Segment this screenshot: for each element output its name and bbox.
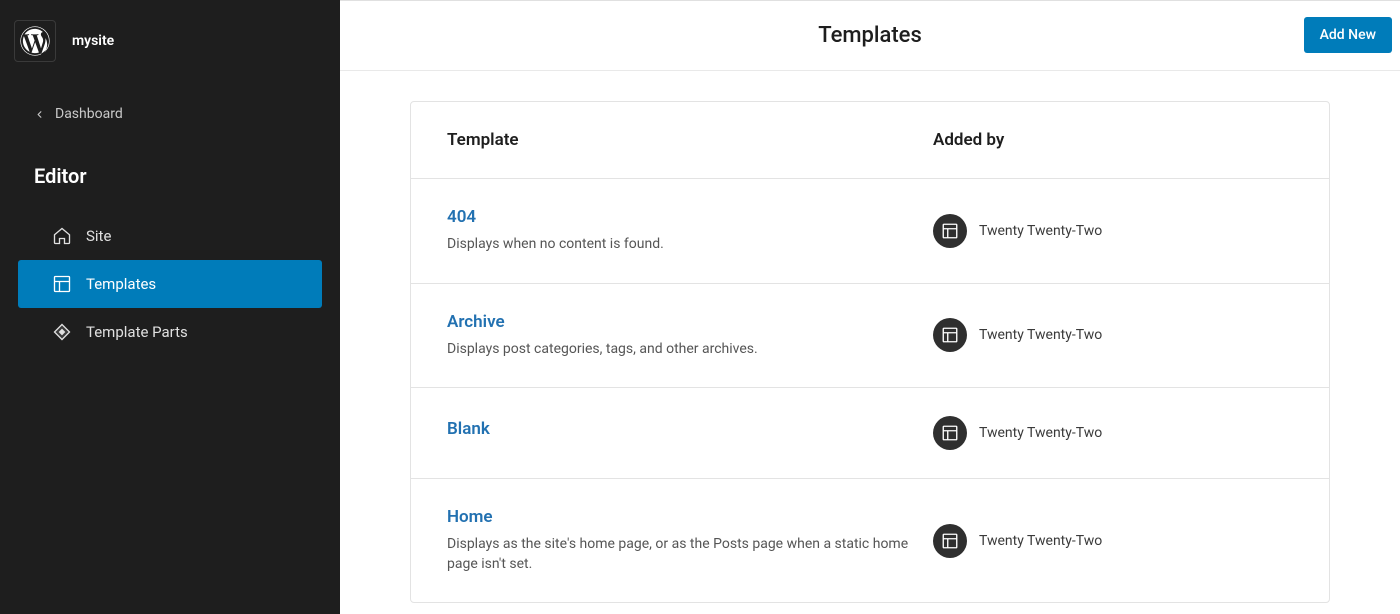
column-header-addedby: Added by	[933, 130, 1293, 150]
added-by-cell: Twenty Twenty-Two	[933, 318, 1293, 352]
table-row: 404 Displays when no content is found. Twe…	[411, 179, 1329, 284]
topbar: Templates Add New	[340, 1, 1400, 71]
site-name: mysite	[72, 33, 114, 49]
sidebar-item-label: Template Parts	[86, 323, 188, 341]
wordpress-logo[interactable]	[14, 20, 56, 62]
template-description: Displays post categories, tags, and othe…	[447, 340, 933, 360]
table-row: Blank Twenty Twenty-Two	[411, 388, 1329, 479]
sidebar-header: mysite	[0, 10, 340, 82]
template-description: Displays when no content is found.	[447, 235, 933, 255]
theme-name: Twenty Twenty-Two	[979, 425, 1102, 441]
template-cell: Archive Displays post categories, tags, a…	[447, 312, 933, 360]
sidebar-item-label: Templates	[86, 275, 156, 293]
sidebar-item-label: Site	[86, 227, 111, 245]
layout-icon	[52, 274, 72, 294]
content-area: Template Added by 404 Displays when no co…	[340, 71, 1400, 614]
theme-layout-icon	[933, 524, 967, 558]
templates-table: Template Added by 404 Displays when no co…	[410, 101, 1330, 603]
editor-section-title: Editor	[0, 146, 340, 212]
sidebar-item-site[interactable]: Site	[18, 212, 322, 260]
template-cell: 404 Displays when no content is found.	[447, 207, 933, 255]
theme-layout-icon	[933, 318, 967, 352]
theme-name: Twenty Twenty-Two	[979, 533, 1102, 549]
page-title: Templates	[818, 23, 922, 48]
theme-name: Twenty Twenty-Two	[979, 223, 1102, 239]
added-by-cell: Twenty Twenty-Two	[933, 214, 1293, 248]
theme-layout-icon	[933, 416, 967, 450]
table-body: 404 Displays when no content is found. Twe…	[411, 179, 1329, 602]
symbol-icon	[52, 322, 72, 342]
table-header: Template Added by	[411, 102, 1329, 179]
theme-layout-icon	[933, 214, 967, 248]
main-content: Templates Add New Template Added by 404 D…	[340, 0, 1400, 614]
template-name-link[interactable]: Archive	[447, 312, 933, 332]
template-name-link[interactable]: 404	[447, 207, 933, 227]
template-cell: Home Displays as the site's home page, or…	[447, 507, 933, 574]
dashboard-back-link[interactable]: Dashboard	[0, 82, 340, 146]
template-name-link[interactable]: Home	[447, 507, 933, 527]
add-new-button[interactable]: Add New	[1304, 17, 1392, 53]
sidebar-item-templates[interactable]: Templates	[18, 260, 322, 308]
template-cell: Blank	[447, 419, 933, 447]
added-by-cell: Twenty Twenty-Two	[933, 524, 1293, 558]
sidebar: mysite Dashboard Editor Site Templates	[0, 0, 340, 614]
dashboard-back-label: Dashboard	[55, 106, 123, 122]
theme-name: Twenty Twenty-Two	[979, 327, 1102, 343]
sidebar-item-template-parts[interactable]: Template Parts	[18, 308, 322, 356]
template-name-link[interactable]: Blank	[447, 419, 933, 439]
template-description: Displays as the site's home page, or as …	[447, 535, 933, 574]
column-header-template: Template	[447, 130, 933, 150]
chevron-left-icon	[34, 109, 45, 120]
added-by-cell: Twenty Twenty-Two	[933, 416, 1293, 450]
home-icon	[52, 226, 72, 246]
table-row: Home Displays as the site's home page, or…	[411, 479, 1329, 602]
table-row: Archive Displays post categories, tags, a…	[411, 284, 1329, 389]
